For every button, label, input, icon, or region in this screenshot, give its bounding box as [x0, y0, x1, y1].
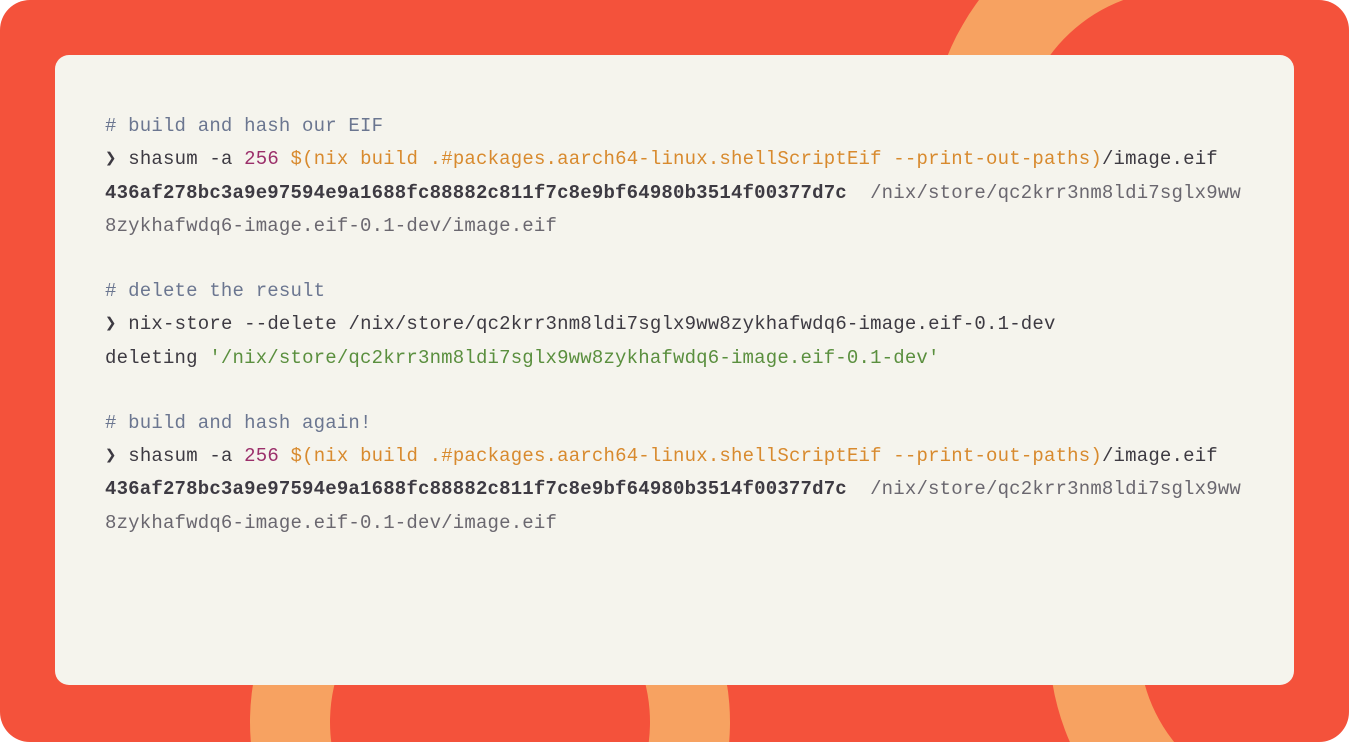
- code-card-outer: # build and hash our EIF ❯ shasum -a 256…: [0, 0, 1349, 742]
- comment-line: # build and hash again!: [105, 412, 372, 434]
- cmd-substitution: $(nix build .#packages.aarch64-linux.she…: [291, 148, 1102, 170]
- blank-line: [105, 243, 1244, 275]
- cmd-number: 256: [244, 148, 279, 170]
- cmd-text: shasum -a: [117, 445, 245, 467]
- output-gap: [847, 182, 870, 204]
- cmd-text: [279, 148, 291, 170]
- output-text: deleting: [105, 347, 209, 369]
- output-hash: 436af278bc3a9e97594e9a1688fc88882c811f7c…: [105, 478, 847, 500]
- code-content: # build and hash our EIF ❯ shasum -a 256…: [105, 110, 1244, 540]
- shell-prompt-icon: ❯: [105, 148, 117, 170]
- comment-line: # build and hash our EIF: [105, 115, 383, 137]
- cmd-text: [279, 445, 291, 467]
- shell-prompt-icon: ❯: [105, 445, 117, 467]
- cmd-number: 256: [244, 445, 279, 467]
- code-panel: # build and hash our EIF ❯ shasum -a 256…: [55, 55, 1294, 685]
- comment-line: # delete the result: [105, 280, 325, 302]
- output-hash: 436af278bc3a9e97594e9a1688fc88882c811f7c…: [105, 182, 847, 204]
- output-gap: [847, 478, 870, 500]
- blank-line: [105, 375, 1244, 407]
- cmd-text: /image.eif: [1102, 445, 1218, 467]
- cmd-substitution: $(nix build .#packages.aarch64-linux.she…: [291, 445, 1102, 467]
- output-string: '/nix/store/qc2krr3nm8ldi7sglx9ww8zykhaf…: [209, 347, 939, 369]
- cmd-text: /image.eif: [1102, 148, 1218, 170]
- cmd-text: nix-store --delete /nix/store/qc2krr3nm8…: [117, 313, 1056, 335]
- shell-prompt-icon: ❯: [105, 313, 117, 335]
- cmd-text: shasum -a: [117, 148, 245, 170]
